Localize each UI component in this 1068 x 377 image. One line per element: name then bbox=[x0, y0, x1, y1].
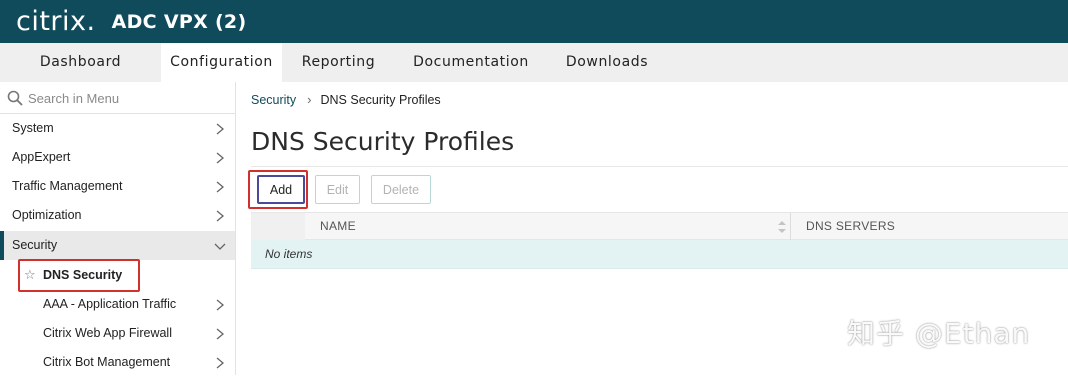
tab-reporting[interactable]: Reporting bbox=[282, 43, 395, 82]
sidebar-item-citrix-bot-management[interactable]: Citrix Bot Management bbox=[0, 348, 235, 377]
sidebar-item-label: Citrix Bot Management bbox=[43, 355, 171, 369]
sort-icon[interactable] bbox=[777, 220, 787, 234]
citrix-logo[interactable]: citrix. bbox=[16, 0, 96, 43]
tab-configuration[interactable]: Configuration bbox=[161, 43, 282, 82]
column-header-name[interactable]: NAME bbox=[320, 219, 356, 233]
sidebar-item-label: AAA - Application Traffic bbox=[43, 297, 177, 311]
breadcrumb-security-link[interactable]: Security bbox=[251, 93, 296, 107]
sidebar-item-citrix-web-app-firewall[interactable]: Citrix Web App Firewall bbox=[0, 319, 235, 348]
chevron-right-icon bbox=[216, 210, 225, 222]
sidebar-item-dns-security[interactable]: ☆ DNS Security bbox=[0, 261, 235, 290]
sidebar-item-traffic-management[interactable]: Traffic Management bbox=[0, 172, 235, 201]
select-column-header[interactable] bbox=[251, 213, 305, 240]
empty-message: No items bbox=[265, 247, 313, 261]
tab-dashboard[interactable]: Dashboard bbox=[0, 43, 161, 82]
chevron-right-icon bbox=[216, 299, 225, 311]
sidebar-item-label: Security bbox=[12, 238, 58, 252]
sidebar-menu: System AppExpert Traffic Management Opti… bbox=[0, 82, 236, 375]
column-header-dns-servers[interactable]: DNS SERVERS bbox=[806, 219, 895, 233]
tab-documentation[interactable]: Documentation bbox=[395, 43, 547, 82]
sidebar-item-label: DNS Security bbox=[43, 268, 123, 282]
app-title: ADC VPX (2) bbox=[111, 10, 247, 33]
sidebar-item-appexpert[interactable]: AppExpert bbox=[0, 143, 235, 172]
chevron-right-icon bbox=[216, 357, 225, 369]
page-title: DNS Security Profiles bbox=[251, 127, 515, 156]
chevron-down-icon bbox=[214, 243, 226, 250]
sidebar-item-aaa-application-traffic[interactable]: AAA - Application Traffic bbox=[0, 290, 235, 319]
chevron-right-icon: › bbox=[307, 92, 312, 107]
search-icon bbox=[7, 90, 23, 106]
chevron-right-icon bbox=[216, 328, 225, 340]
tab-downloads[interactable]: Downloads bbox=[547, 43, 667, 82]
sidebar-item-label: System bbox=[12, 121, 54, 135]
sidebar-item-optimization[interactable]: Optimization bbox=[0, 201, 235, 230]
chevron-right-icon bbox=[216, 123, 225, 135]
add-button[interactable]: Add bbox=[257, 175, 305, 204]
sidebar-item-label: Optimization bbox=[12, 208, 82, 222]
chevron-right-icon bbox=[216, 152, 225, 164]
profiles-table: NAME DNS SERVERS No items bbox=[251, 212, 1068, 269]
sidebar-item-label: Traffic Management bbox=[12, 179, 123, 193]
edit-button[interactable]: Edit bbox=[315, 175, 360, 204]
sidebar-item-security[interactable]: Security bbox=[0, 231, 235, 260]
sidebar-item-system[interactable]: System bbox=[0, 114, 235, 143]
table-header: NAME DNS SERVERS bbox=[251, 212, 1068, 240]
watermark: 知乎 @Ethan bbox=[847, 317, 1031, 350]
top-header: citrix. ADC VPX (2) bbox=[0, 0, 1068, 43]
search-input[interactable] bbox=[28, 88, 228, 108]
sidebar-item-label: Citrix Web App Firewall bbox=[43, 326, 172, 340]
main-nav: Dashboard Configuration Reporting Docume… bbox=[0, 43, 1068, 82]
star-outline-icon[interactable]: ☆ bbox=[24, 267, 36, 283]
column-divider[interactable] bbox=[790, 213, 791, 240]
breadcrumb-current: DNS Security Profiles bbox=[320, 92, 441, 107]
chevron-right-icon bbox=[216, 181, 225, 193]
delete-button[interactable]: Delete bbox=[371, 175, 431, 204]
title-divider bbox=[251, 166, 1068, 167]
breadcrumb: Security › DNS Security Profiles bbox=[251, 92, 441, 107]
sidebar-item-label: AppExpert bbox=[12, 150, 71, 164]
table-empty-row: No items bbox=[251, 240, 1068, 269]
menu-search bbox=[0, 82, 235, 114]
